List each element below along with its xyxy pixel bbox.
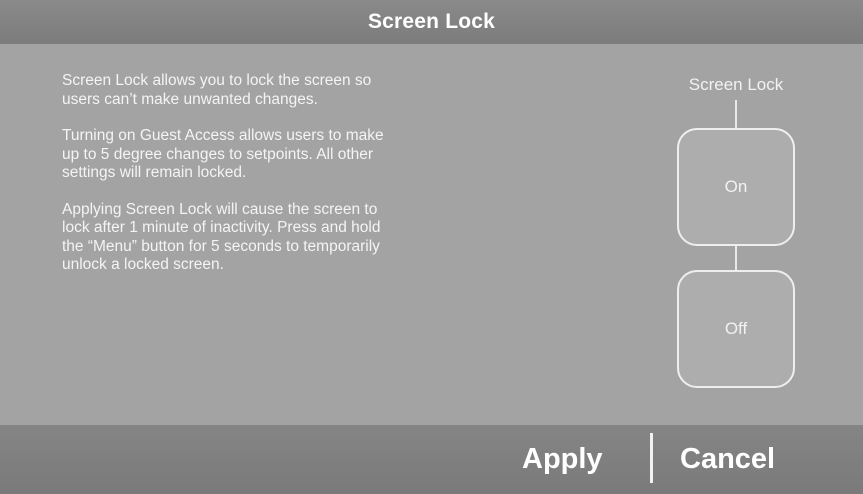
description-paragraph-3: Applying Screen Lock will cause the scre… [62, 200, 381, 274]
connector-line-middle [735, 246, 737, 270]
action-bar: Apply Cancel [0, 425, 863, 494]
connector-line-top [735, 100, 737, 128]
description-paragraph-1: Screen Lock allows you to lock the scree… [62, 72, 372, 108]
cancel-button[interactable]: Cancel [680, 437, 775, 481]
title-bar: Screen Lock [0, 0, 863, 44]
page-title: Screen Lock [367, 10, 496, 33]
description-text: Screen Lock allows you to lock the scree… [62, 72, 402, 293]
apply-button[interactable]: Apply [522, 437, 603, 481]
action-divider [650, 433, 653, 483]
screen-lock-off-label: Off [724, 319, 748, 338]
screen-lock-off-button[interactable]: Off [677, 270, 795, 388]
screen-lock-on-label: On [724, 177, 748, 196]
thermostat-screen: Screen Lock Screen Lock allows you to lo… [0, 0, 863, 494]
screen-lock-on-button[interactable]: On [677, 128, 795, 246]
screen-lock-label: Screen Lock [688, 75, 784, 94]
content-area: Screen Lock allows you to lock the scree… [0, 44, 863, 425]
description-paragraph-2: Turning on Guest Access allows users to … [62, 127, 384, 181]
